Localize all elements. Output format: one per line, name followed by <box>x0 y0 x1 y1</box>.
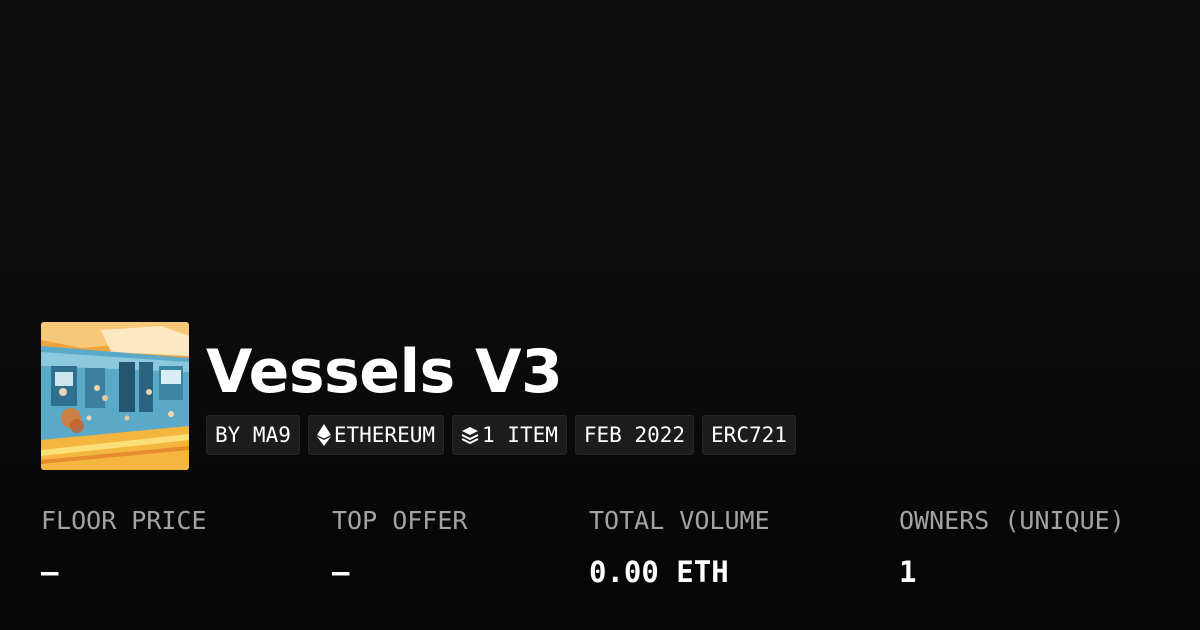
total-volume-stat: TOTAL VOLUME 0.00 ETH <box>589 502 770 592</box>
items-tag: 1 ITEM <box>452 415 567 455</box>
collection-tags: BY MA9 ETHEREUM 1 ITEM FEB 2022 ERC721 <box>206 415 796 455</box>
collection-title: Vessels V3 <box>206 337 563 407</box>
top-offer-value: – <box>332 555 350 589</box>
chain-label: ETHEREUM <box>333 423 436 447</box>
items-label: 1 ITEM <box>482 423 558 447</box>
top-offer-label: TOP OFFER <box>332 506 468 535</box>
creator-tag[interactable]: BY MA9 <box>206 415 300 455</box>
floor-price-stat: FLOOR PRICE – <box>41 502 207 592</box>
collection-stats: FLOOR PRICE – TOP OFFER – TOTAL VOLUME 0… <box>41 502 1191 602</box>
stack-icon <box>461 426 479 444</box>
standard-label: ERC721 <box>711 423 787 447</box>
floor-price-label: FLOOR PRICE <box>41 506 207 535</box>
chain-tag: ETHEREUM <box>307 415 445 455</box>
standard-tag: ERC721 <box>702 415 796 455</box>
collection-thumbnail <box>41 322 189 470</box>
total-volume-value: 0.00 ETH <box>589 555 729 589</box>
date-label: FEB 2022 <box>583 423 686 447</box>
ethereum-icon <box>316 424 331 446</box>
top-offer-stat: TOP OFFER – <box>332 502 467 592</box>
floor-price-value: – <box>41 555 59 589</box>
owners-value: 1 <box>899 555 917 589</box>
collection-artwork-image <box>41 322 189 470</box>
total-volume-label: TOTAL VOLUME <box>589 506 770 535</box>
date-tag: FEB 2022 <box>574 415 695 455</box>
owners-stat: OWNERS (UNIQUE) 1 <box>899 502 1125 592</box>
creator-label: BY MA9 <box>215 423 291 447</box>
owners-label: OWNERS (UNIQUE) <box>899 506 1125 535</box>
